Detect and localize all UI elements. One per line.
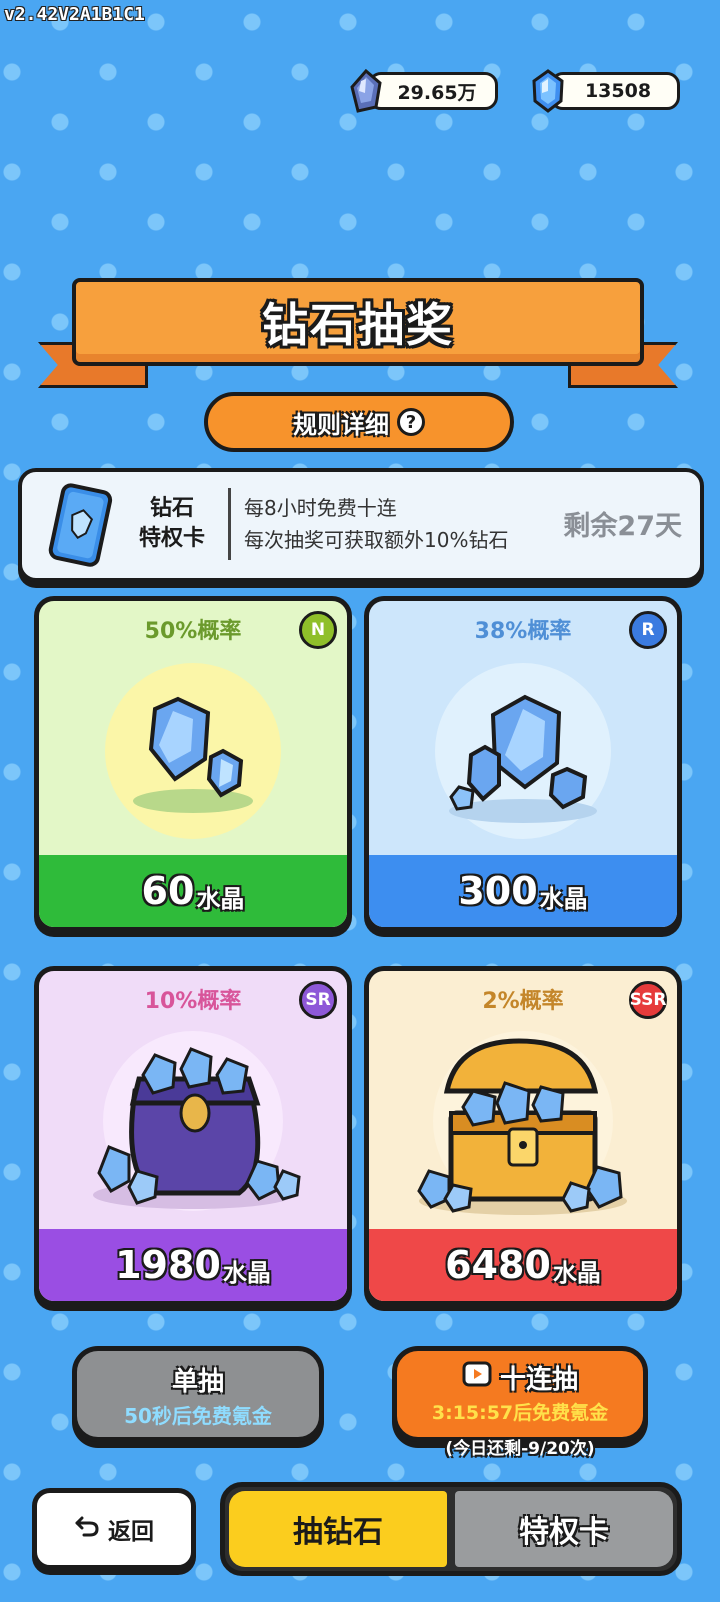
rules-detail-label: 规则详细 bbox=[293, 410, 389, 439]
reward-amount: 300 水晶 bbox=[369, 855, 677, 927]
privilege-desc-line1: 每8小时免费十连 bbox=[244, 496, 397, 520]
crystal-cluster-icon bbox=[369, 651, 677, 851]
back-button[interactable]: 返回 bbox=[32, 1488, 196, 1570]
back-arrow-icon bbox=[74, 1514, 100, 1544]
title-banner: 钻石抽奖 bbox=[38, 278, 678, 398]
reward-card-r: 38%概率 R 300 水晶 bbox=[364, 596, 682, 932]
reward-amount-unit: 水晶 bbox=[552, 1258, 601, 1287]
single-draw-timer: 50秒后免费氪金 bbox=[124, 1404, 272, 1428]
reward-amount: 1980 水晶 bbox=[39, 1229, 347, 1301]
diamond-value: 13508 bbox=[584, 80, 652, 102]
reward-amount-unit: 水晶 bbox=[539, 884, 588, 913]
version-label: v2.42V2A1B1C1 bbox=[4, 4, 145, 25]
single-draw-button[interactable]: 单抽 50秒后免费氪金 bbox=[72, 1346, 324, 1442]
reward-card-n: 50%概率 N 60 水晶 bbox=[34, 596, 352, 932]
tab-draw-diamonds[interactable]: 抽钻石 bbox=[229, 1491, 447, 1567]
ten-draw-button[interactable]: 十连抽 3:15:57后免费氪金 bbox=[392, 1346, 648, 1442]
reward-amount-number: 6480 bbox=[445, 1243, 551, 1287]
reward-card-sr: 10%概率 SR 1980 水晶 bbox=[34, 966, 352, 1306]
crystal-counter: 29.65万 bbox=[350, 68, 498, 113]
rarity-badge: N bbox=[299, 611, 337, 649]
privilege-name-line2: 特权卡 bbox=[138, 526, 205, 551]
privilege-card-panel[interactable]: 钻石 特权卡 每8小时免费十连 每次抽奖可获取额外10%钻石 剩余27天 bbox=[18, 468, 704, 582]
privilege-description: 每8小时免费十连 每次抽奖可获取额外10%钻石 bbox=[244, 492, 508, 556]
crystal-value: 29.65万 bbox=[397, 81, 477, 104]
reward-amount-unit: 水晶 bbox=[222, 1258, 271, 1287]
page-title: 钻石抽奖 bbox=[262, 298, 454, 352]
reward-amount-number: 300 bbox=[458, 869, 538, 913]
small-crystal-pile-icon bbox=[39, 651, 347, 851]
privilege-remaining-days: 剩余27天 bbox=[563, 511, 682, 542]
banner-plate: 钻石抽奖 bbox=[72, 278, 644, 366]
reward-amount-number: 1980 bbox=[115, 1243, 221, 1287]
back-label: 返回 bbox=[108, 1519, 154, 1545]
privilege-name-line1: 钻石 bbox=[149, 496, 194, 521]
ten-draw-label: 十连抽 bbox=[499, 1365, 578, 1395]
reward-amount: 60 水晶 bbox=[39, 855, 347, 927]
diamond-icon bbox=[531, 69, 565, 118]
reward-amount-number: 60 bbox=[141, 869, 195, 913]
rules-detail-button[interactable]: 规则详细 ? bbox=[204, 392, 514, 452]
bottom-tab-bar: 抽钻石 特权卡 bbox=[220, 1482, 682, 1576]
rarity-badge: SSR bbox=[629, 981, 667, 1019]
divider bbox=[228, 488, 231, 560]
privilege-desc-line2: 每次抽奖可获取额外10%钻石 bbox=[244, 528, 509, 552]
privilege-card-icon bbox=[44, 482, 116, 576]
rarity-badge: R bbox=[629, 611, 667, 649]
question-icon: ? bbox=[397, 408, 425, 436]
crystal-sack-icon bbox=[39, 1021, 347, 1231]
daily-remaining-count: (今日还剩-9/20次) bbox=[445, 1439, 595, 1459]
diamond-counter: 13508 bbox=[532, 69, 680, 113]
single-draw-label: 单抽 bbox=[171, 1367, 224, 1397]
reward-amount: 6480 水晶 bbox=[369, 1229, 677, 1301]
ten-draw-timer: 3:15:57后免费氪金 bbox=[431, 1402, 609, 1424]
treasure-chest-icon bbox=[369, 1021, 677, 1231]
privilege-card-name: 钻石 特权卡 bbox=[122, 494, 222, 554]
rarity-badge: SR bbox=[299, 981, 337, 1019]
crystal-icon bbox=[349, 68, 383, 118]
reward-card-ssr: 2%概率 SSR 6480 水晶 bbox=[364, 966, 682, 1306]
video-play-icon bbox=[462, 1361, 492, 1394]
tab-privilege-card[interactable]: 特权卡 bbox=[455, 1491, 673, 1567]
reward-amount-unit: 水晶 bbox=[196, 884, 245, 913]
